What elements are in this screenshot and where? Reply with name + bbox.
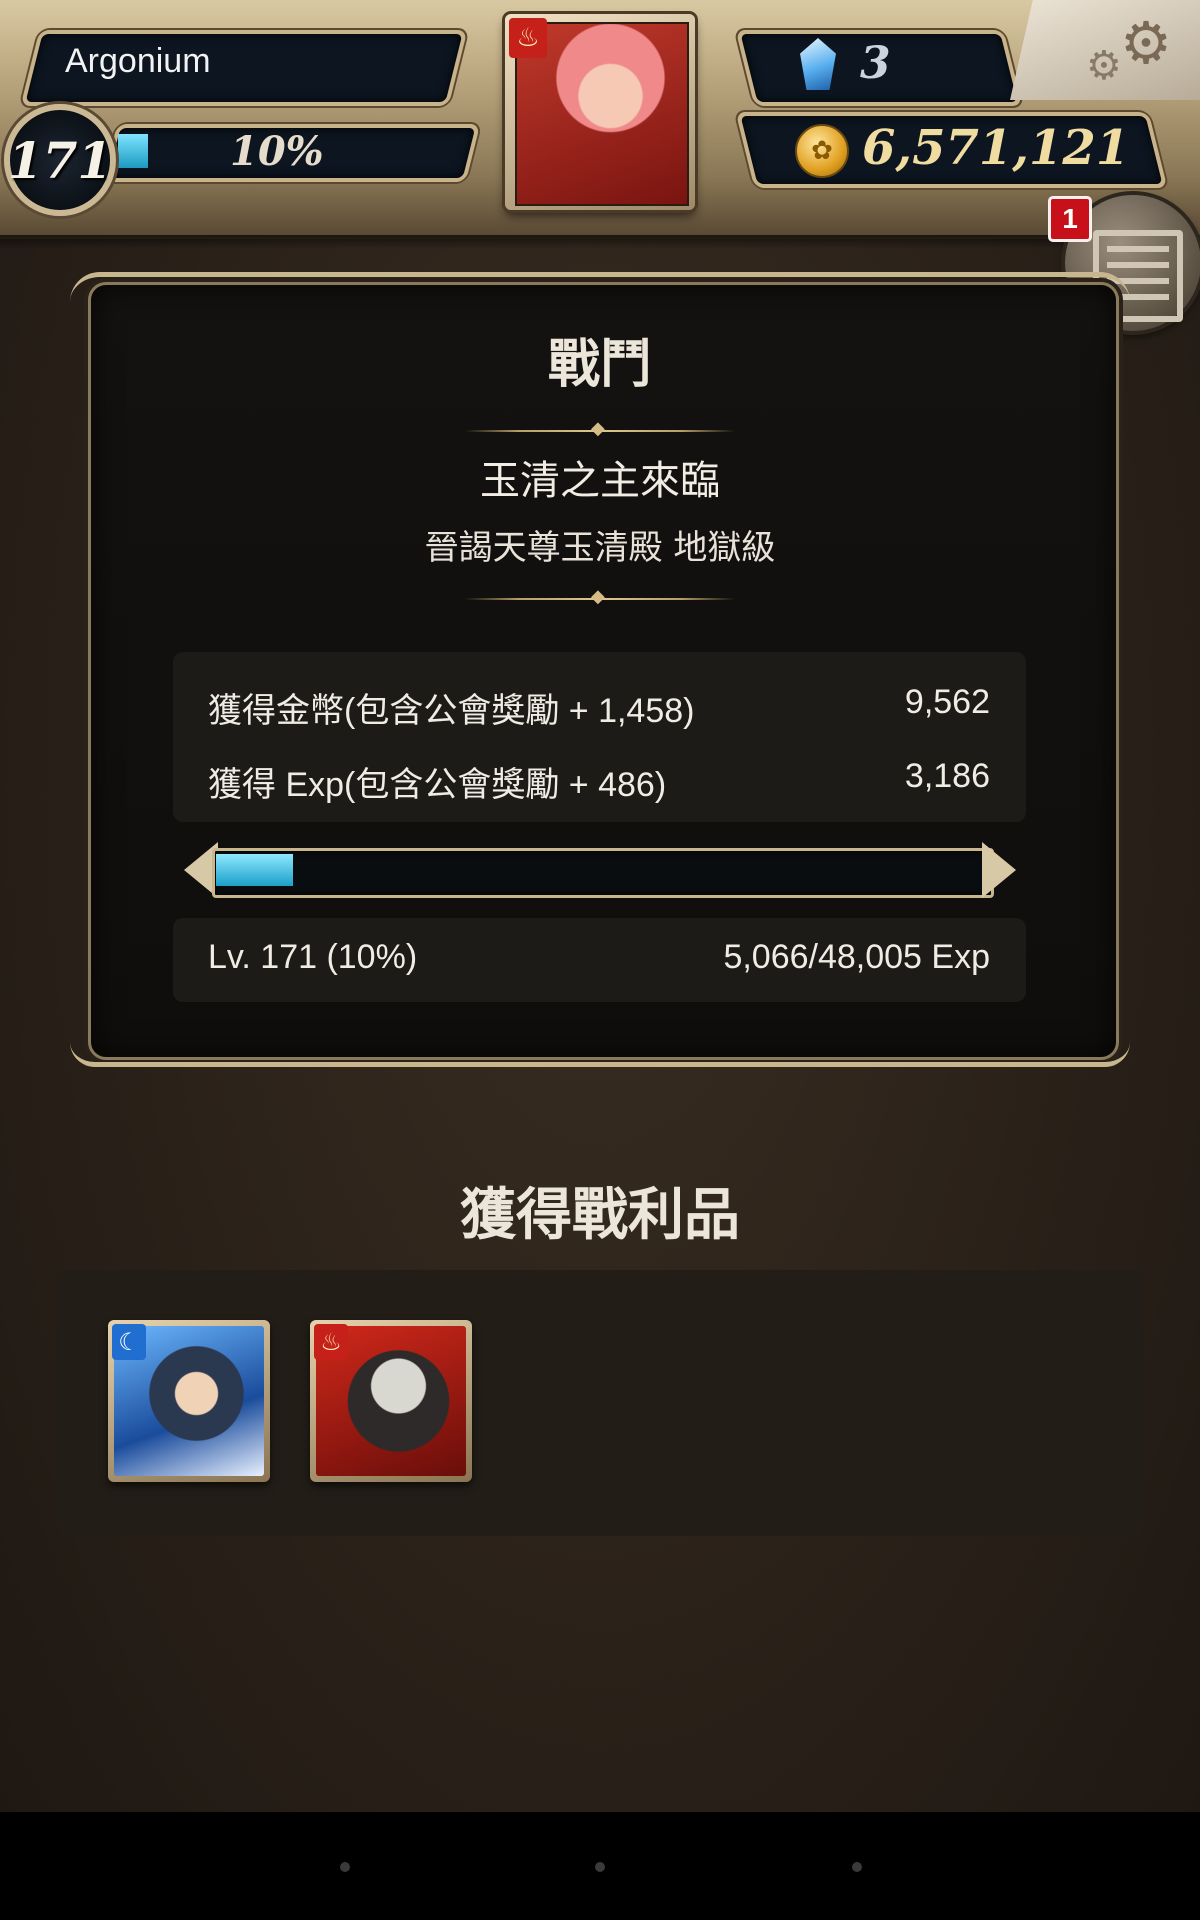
panel-ornament-top — [70, 272, 1130, 307]
loot-card-fire[interactable]: ♨ — [310, 1320, 472, 1482]
level-progress-track — [212, 848, 994, 898]
fire-element-icon: ♨ — [509, 18, 547, 58]
fire-element-icon: ♨ — [314, 1324, 348, 1360]
panel-title: 戰鬥 — [547, 335, 652, 395]
top-hud: Argonium 10% 171 ♨ 3 ✿ 6,571,121 ⚙ ⚙ — [0, 0, 1200, 249]
stage-name: 玉清之主來臨 — [480, 458, 720, 504]
nav-recents-button[interactable] — [852, 1862, 862, 1872]
divider-top — [465, 418, 735, 439]
exp-reward-value: 3,186 — [904, 757, 990, 795]
player-name[interactable]: Argonium — [65, 42, 211, 81]
level-label: Lv. 171 (10%) — [208, 938, 418, 976]
player-exp-percent: 10% — [230, 128, 324, 175]
loot-title: 獲得戰利品 — [460, 1183, 740, 1248]
gear-icon: ⚙ — [1120, 9, 1172, 77]
coin-count: 6,571,121 — [862, 120, 1130, 176]
gold-coin-icon: ✿ — [795, 124, 849, 178]
panel-ornament-bottom — [70, 1042, 1130, 1067]
player-exp-bar-fill — [118, 134, 148, 168]
stage-subtitle: 晉謁天尊玉清殿 地獄級 — [424, 528, 776, 568]
coin-reward-row: 獲得金幣(包含公會獎勵 + 1,458) 9,562 — [208, 683, 990, 732]
leader-avatar-button[interactable]: ♨ — [505, 14, 695, 210]
exp-progress: 5,066/48,005 Exp — [723, 938, 990, 976]
coin-reward-label: 獲得金幣(包含公會獎勵 + 1,458) — [208, 692, 695, 730]
system-nav-bar — [0, 1812, 1200, 1920]
water-element-icon: ☾ — [112, 1324, 146, 1360]
notification-badge: 1 — [1048, 196, 1092, 242]
gear-small-icon: ⚙ — [1086, 43, 1122, 89]
gem-count: 3 — [860, 38, 891, 89]
coin-reward-value: 9,562 — [904, 683, 990, 721]
nav-home-button[interactable] — [595, 1862, 605, 1872]
divider-bottom — [465, 586, 735, 607]
player-level: 171 — [7, 130, 113, 190]
bar-cap-right — [982, 842, 1016, 898]
player-level-badge: 171 — [4, 104, 116, 216]
exp-reward-row: 獲得 Exp(包含公會獎勵 + 486) 3,186 — [208, 757, 990, 806]
exp-reward-label: 獲得 Exp(包含公會獎勵 + 486) — [208, 766, 667, 804]
level-progress-bar — [184, 842, 1016, 898]
loot-card-water[interactable]: ☾ — [108, 1320, 270, 1482]
nav-back-button[interactable] — [340, 1862, 350, 1872]
level-progress-fill — [216, 854, 293, 886]
